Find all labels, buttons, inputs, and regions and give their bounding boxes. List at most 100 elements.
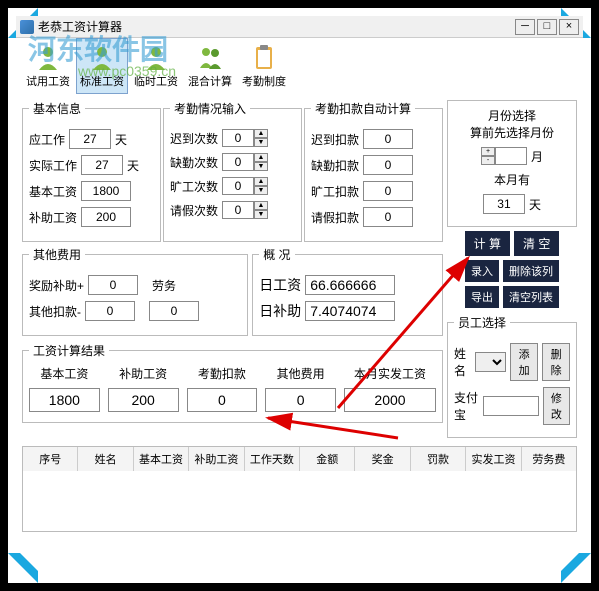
attendance-input-legend: 考勤情况输入 [170, 100, 250, 117]
res-base-label: 基本工资 [29, 365, 100, 382]
spin-down[interactable]: ▼ [254, 210, 268, 219]
toolbar: 试用工资 标准工资 临时工资 混合计算 考勤制度 [22, 38, 577, 94]
spin-down[interactable]: ▼ [254, 162, 268, 171]
clear-list-button[interactable]: 清空列表 [503, 286, 559, 308]
deduction-group: 考勤扣款自动计算 迟到扣款 缺勤扣款 旷工扣款 请假扣款 [304, 100, 443, 242]
other-deduct-label: 其他扣款- [29, 303, 81, 320]
absent-count-input[interactable] [222, 153, 254, 171]
should-work-input[interactable] [69, 129, 111, 149]
truancy-count-label: 旷工次数 [170, 178, 218, 195]
leave-count-input[interactable] [222, 201, 254, 219]
th-bonus[interactable]: 奖金 [355, 447, 410, 471]
late-count-input[interactable] [222, 129, 254, 147]
other-fees-legend: 其他费用 [29, 246, 85, 263]
data-table: 序号 姓名 基本工资 补助工资 工作天数 金额 奖金 罚款 实发工资 劳务费 [22, 446, 577, 532]
month-spin-up[interactable]: + [481, 147, 495, 156]
window-title: 老恭工资计算器 [38, 18, 515, 35]
table-body[interactable] [23, 471, 576, 531]
truancy-deduct-label: 旷工扣款 [311, 183, 359, 200]
emp-name-label: 姓名 [454, 345, 471, 379]
labor-label: 劳务 [152, 277, 176, 294]
th-base[interactable]: 基本工资 [134, 447, 189, 471]
spin-down[interactable]: ▼ [254, 186, 268, 195]
res-final-label: 本月实发工资 [344, 365, 436, 382]
day-salary-output [305, 275, 395, 295]
late-deduct-input[interactable] [363, 129, 413, 149]
basic-info-legend: 基本信息 [29, 100, 85, 117]
th-amount[interactable]: 金额 [300, 447, 355, 471]
tool-label: 标准工资 [80, 73, 124, 89]
other-fees-group: 其他费用 奖励补助+劳务 其他扣款- [22, 246, 248, 336]
has-days-label: 本月有 [454, 171, 570, 188]
month-select-label: 月份选择 [454, 107, 570, 124]
other-deduct-input[interactable] [85, 301, 135, 321]
modify-button[interactable]: 修改 [543, 387, 570, 425]
actual-work-label: 实际工作 [29, 157, 77, 174]
subsidy-label: 补助工资 [29, 209, 77, 226]
spin-up[interactable]: ▲ [254, 177, 268, 186]
res-other-output [265, 388, 336, 412]
spin-down[interactable]: ▼ [254, 138, 268, 147]
month-spin-down[interactable]: - [481, 156, 495, 165]
spin-up[interactable]: ▲ [254, 201, 268, 210]
spin-up[interactable]: ▲ [254, 129, 268, 138]
truancy-count-input[interactable] [222, 177, 254, 195]
month-days-input[interactable] [483, 194, 525, 214]
maximize-button[interactable]: □ [537, 19, 557, 35]
person-icon [34, 43, 62, 71]
calculate-button[interactable]: 计 算 [465, 231, 510, 256]
th-subsidy[interactable]: 补助工资 [189, 447, 244, 471]
res-other-label: 其他费用 [265, 365, 336, 382]
tool-temp-salary[interactable]: 临时工资 [130, 38, 182, 94]
input-button[interactable]: 录入 [465, 260, 499, 282]
people-icon [196, 43, 224, 71]
should-work-label: 应工作 [29, 131, 65, 148]
del-emp-button[interactable]: 删除 [542, 343, 570, 381]
th-labor[interactable]: 劳务费 [522, 447, 576, 471]
tool-attendance-rules[interactable]: 考勤制度 [238, 38, 290, 94]
days-unit: 天 [127, 157, 139, 174]
leave-deduct-input[interactable] [363, 207, 413, 227]
th-final[interactable]: 实发工资 [466, 447, 521, 471]
tool-mixed-calc[interactable]: 混合计算 [184, 38, 236, 94]
leave-deduct-label: 请假扣款 [311, 209, 359, 226]
truancy-deduct-input[interactable] [363, 181, 413, 201]
month-hint: 算前先选择月份 [454, 124, 570, 141]
base-salary-input[interactable] [81, 181, 131, 201]
subsidy-input[interactable] [81, 207, 131, 227]
th-workdays[interactable]: 工作天数 [245, 447, 300, 471]
actual-work-input[interactable] [81, 155, 123, 175]
res-subsidy-output [108, 388, 179, 412]
bonus-input[interactable] [88, 275, 138, 295]
alipay-label: 支付宝 [454, 389, 479, 423]
result-group: 工资计算结果 基本工资 补助工资 考勤扣款 其他费用 本月实发工资 [22, 342, 443, 423]
close-button[interactable]: × [559, 19, 579, 35]
days-unit: 天 [115, 131, 127, 148]
tool-standard-salary[interactable]: 标准工资 [76, 38, 128, 94]
absent-deduct-input[interactable] [363, 155, 413, 175]
leave-count-label: 请假次数 [170, 202, 218, 219]
labor-input[interactable] [149, 301, 199, 321]
minimize-button[interactable]: ─ [515, 19, 535, 35]
res-deduct-label: 考勤扣款 [187, 365, 258, 382]
app-icon [20, 20, 34, 34]
th-penalty[interactable]: 罚款 [411, 447, 466, 471]
th-index[interactable]: 序号 [23, 447, 78, 471]
titlebar: 老恭工资计算器 ─ □ × [16, 16, 583, 38]
overview-group: 概 况 日工资 日补助 [252, 246, 443, 336]
month-input[interactable] [495, 147, 527, 165]
person-icon [142, 43, 170, 71]
add-emp-button[interactable]: 添加 [510, 343, 538, 381]
tool-label: 考勤制度 [242, 73, 286, 89]
res-deduct-output [187, 388, 258, 412]
alipay-input[interactable] [483, 396, 539, 416]
spin-up[interactable]: ▲ [254, 153, 268, 162]
th-name[interactable]: 姓名 [78, 447, 133, 471]
clear-button[interactable]: 清 空 [514, 231, 559, 256]
clipboard-icon [250, 43, 278, 71]
tool-trial-salary[interactable]: 试用工资 [22, 38, 74, 94]
delete-row-button[interactable]: 删除该列 [503, 260, 559, 282]
base-salary-label: 基本工资 [29, 183, 77, 200]
export-button[interactable]: 导出 [465, 286, 499, 308]
emp-name-select[interactable] [475, 352, 506, 372]
